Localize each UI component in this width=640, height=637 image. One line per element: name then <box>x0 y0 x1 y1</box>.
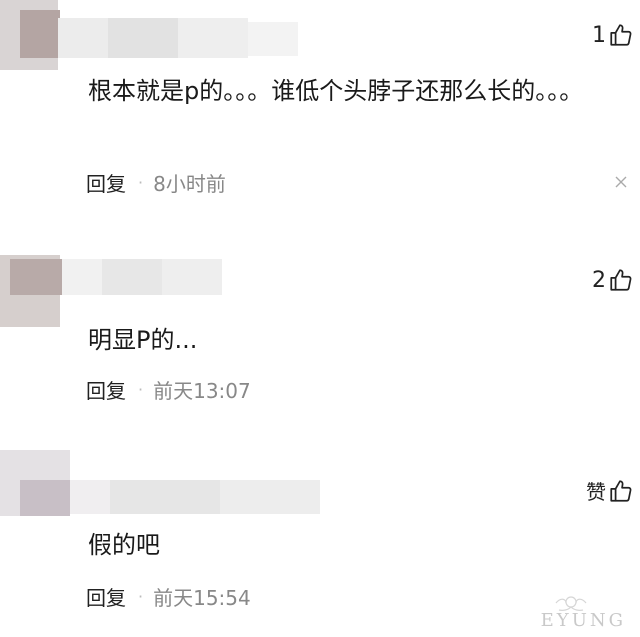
comment-footer: 回复 · 8小时前 <box>86 168 226 197</box>
reply-button[interactable]: 回复 <box>86 582 126 611</box>
like-count: 2 <box>592 267 606 293</box>
thumbs-up-icon <box>610 479 632 502</box>
comment-item-2: 2 明显P的... 回复 · 前天13:07 <box>0 245 640 420</box>
comment-text: 明显P的... <box>88 326 198 354</box>
comment-footer: 回复 · 前天13:07 <box>86 375 251 404</box>
like-label: 赞 <box>586 480 606 504</box>
comment-item-1: 1 根本就是p的。。。谁低个头脖子还那么长的。。。 回复 · 8小时前 <box>0 0 640 205</box>
thumbs-up-icon <box>610 24 632 46</box>
like-button[interactable]: 赞 <box>586 476 634 505</box>
close-icon[interactable] <box>614 175 628 189</box>
reply-button[interactable]: 回复 <box>86 375 126 404</box>
watermark-logo: EYUNG <box>506 591 636 635</box>
reply-button[interactable]: 回复 <box>86 168 126 197</box>
like-button[interactable]: 2 <box>592 267 634 293</box>
comment-time: 前天13:07 <box>153 379 251 403</box>
separator-dot: · <box>138 173 144 192</box>
comment-text: 根本就是p的。。。谁低个头脖子还那么长的。。。 <box>88 77 584 105</box>
comment-time: 前天15:54 <box>153 586 251 610</box>
blurred-user-header <box>0 450 420 528</box>
comment-time: 8小时前 <box>153 172 226 196</box>
like-button[interactable]: 1 <box>592 22 634 48</box>
watermark-text: EYUNG <box>540 610 626 631</box>
like-count: 1 <box>592 22 606 48</box>
blurred-user-header <box>0 0 420 78</box>
separator-dot: · <box>138 587 144 606</box>
separator-dot: · <box>138 380 144 399</box>
blurred-user-header <box>0 245 420 327</box>
thumbs-up-icon <box>610 269 632 291</box>
comment-text: 假的吧 <box>88 531 160 559</box>
comment-footer: 回复 · 前天15:54 <box>86 582 251 611</box>
